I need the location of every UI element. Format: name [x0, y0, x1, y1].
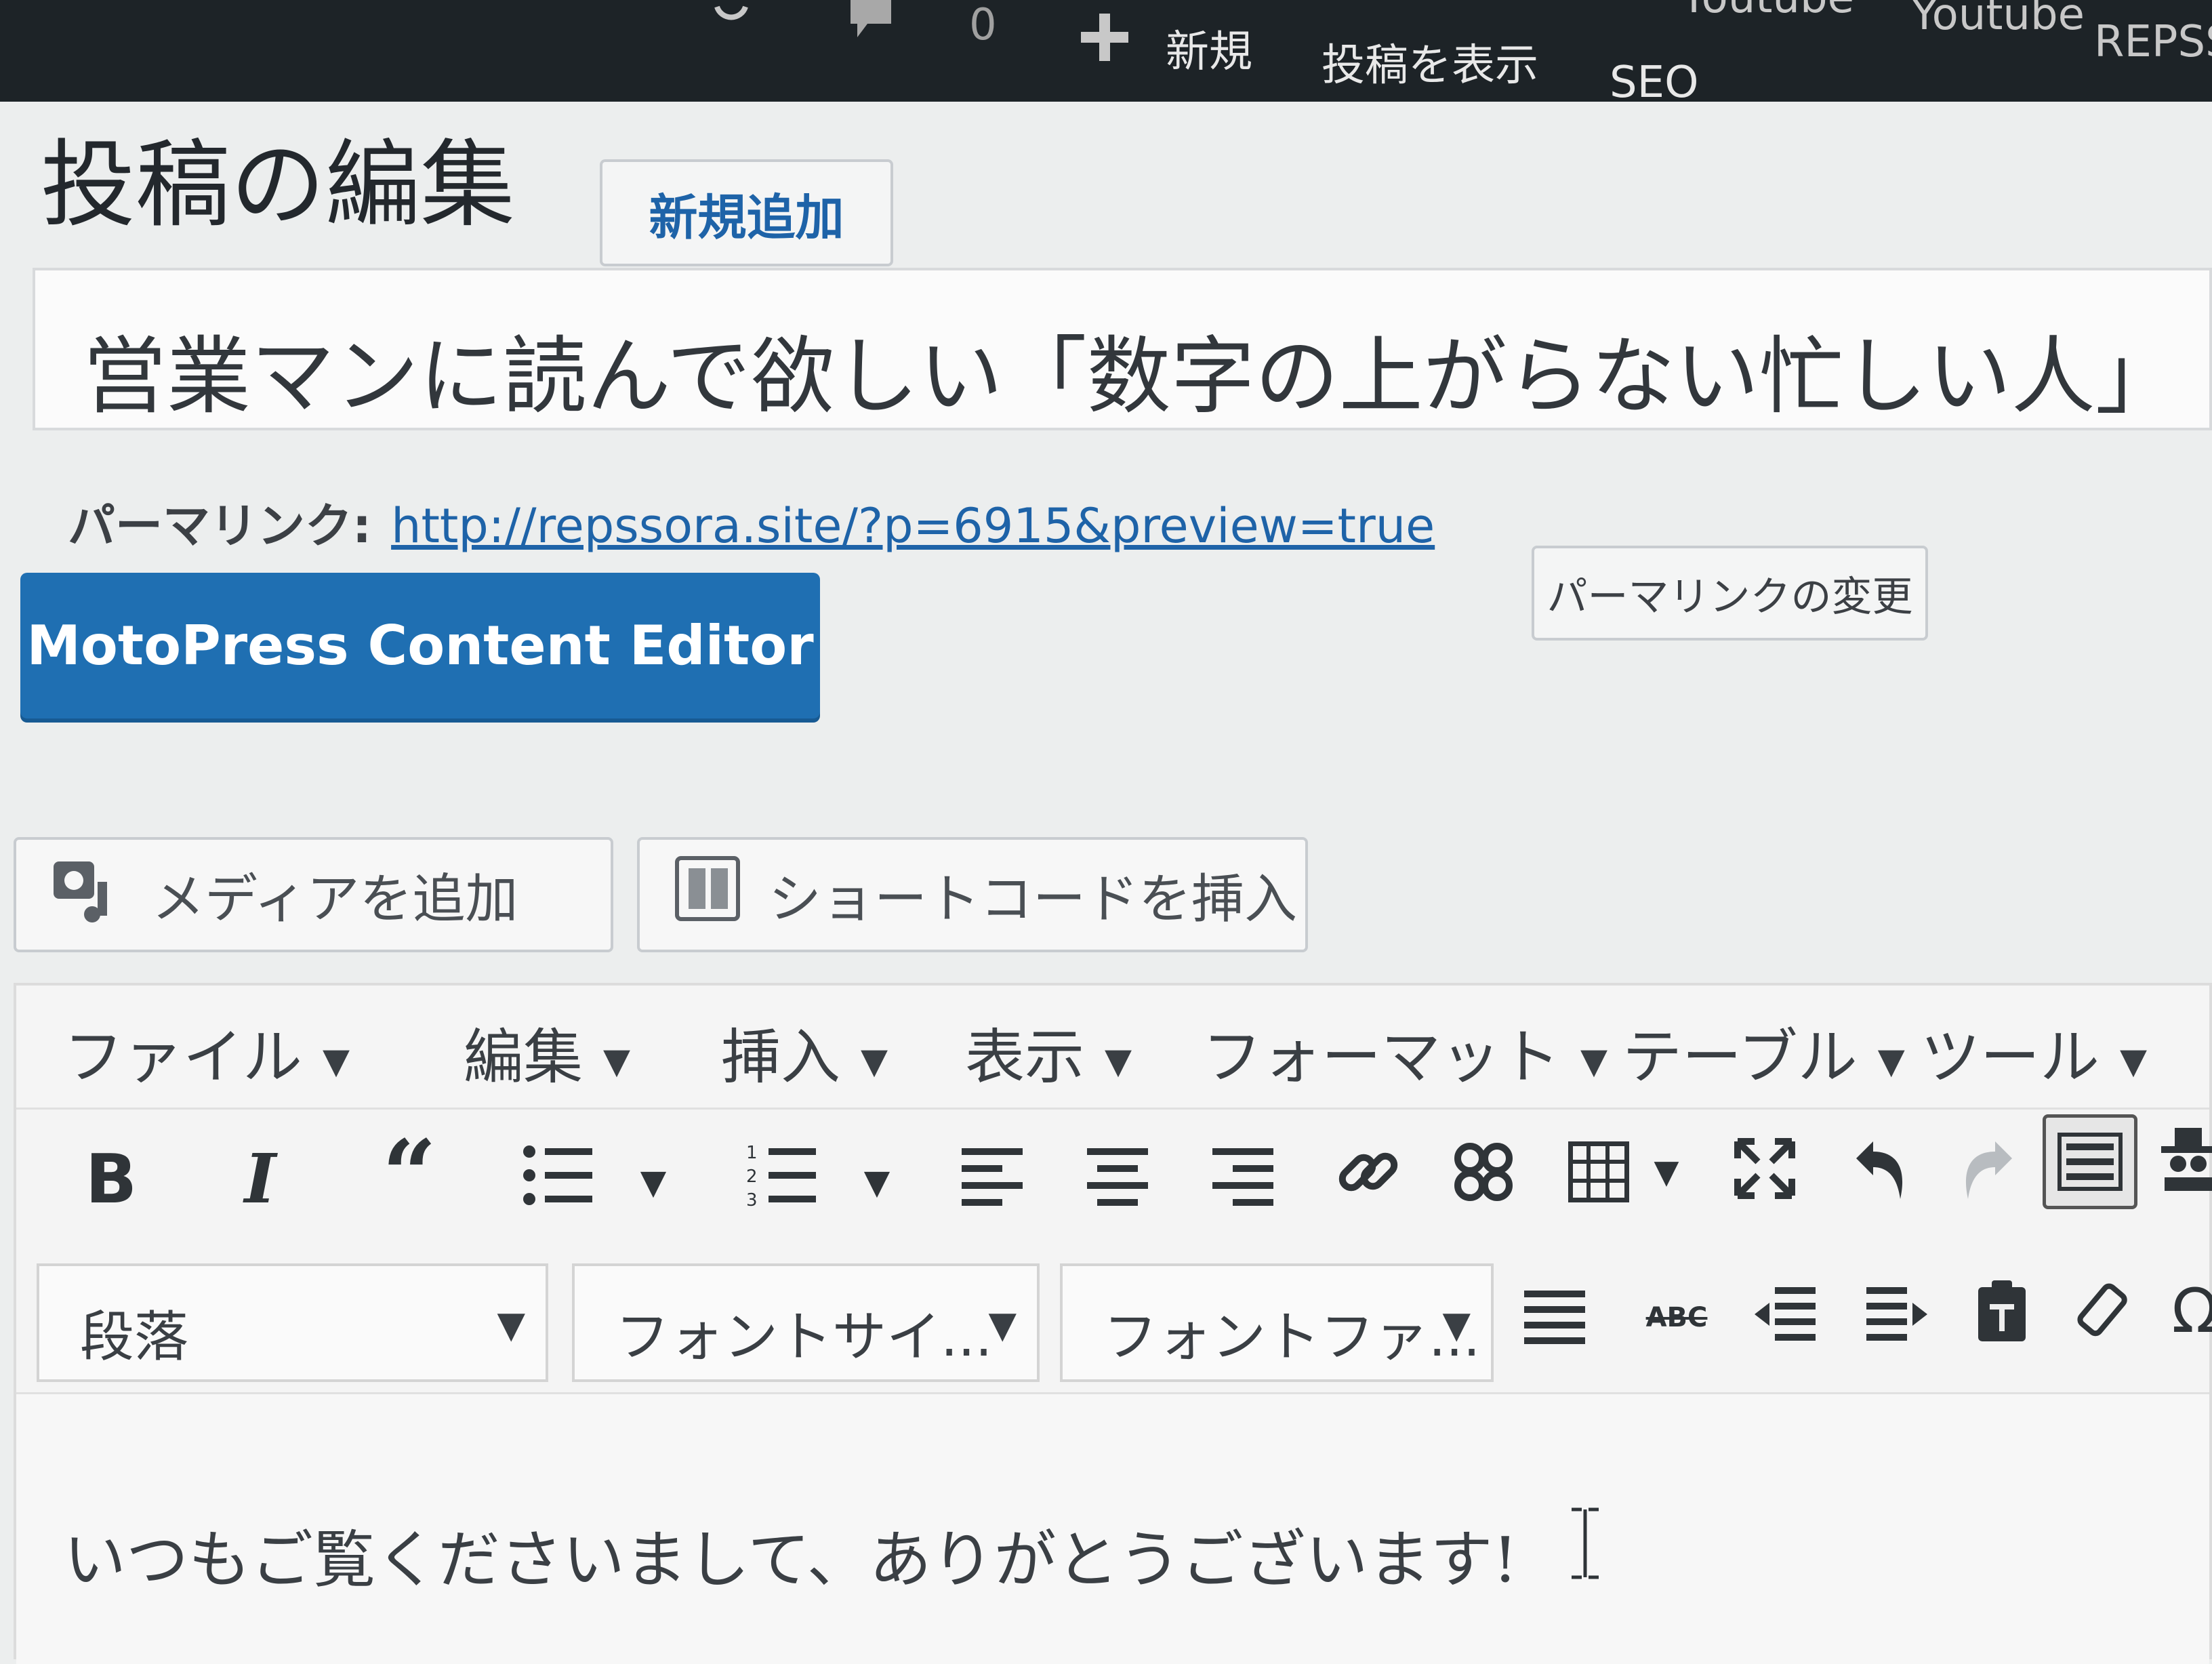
menu-file-label: ファイル [64, 1022, 303, 1092]
seo-menu[interactable]: SEO [1610, 58, 1698, 108]
align-center-icon[interactable] [1084, 1138, 1151, 1213]
comments-icon[interactable] [847, 0, 895, 43]
text-cursor-icon [1568, 1506, 1602, 1583]
align-right-icon[interactable] [1209, 1138, 1277, 1213]
page-title: 投稿の編集 [41, 130, 516, 241]
admin-bar-item-youtube-2[interactable]: Youtube [1911, 0, 2085, 40]
chevron-down-icon: ▼ [323, 1041, 350, 1082]
font-family-select[interactable]: フォントファ... ▼ [1060, 1263, 1494, 1382]
editor-toolbar-secondary: 段落 ▼ フォントサイ... ▼ フォントファ... ▼ ABC Ω [16, 1243, 2212, 1382]
table-icon[interactable] [1565, 1138, 1633, 1206]
paragraph-format-value: 段落 [80, 1305, 188, 1368]
svg-text:2: 2 [746, 1166, 758, 1187]
svg-text:3: 3 [746, 1190, 758, 1209]
chevron-down-icon: ▼ [1580, 1041, 1608, 1082]
permalink-label: パーマリンク: [68, 498, 371, 554]
font-family-value: フォントファ... [1103, 1305, 1481, 1368]
post-title-value: 営業マンに読んで欲しい「数字の上がらない忙しい人」 [83, 328, 2179, 426]
motopress-editor-button[interactable]: MotoPress Content Editor [20, 573, 820, 718]
paragraph-format-select[interactable]: 段落 ▼ [37, 1263, 548, 1382]
menu-table[interactable]: テーブル ▼ [1622, 1009, 1905, 1095]
post-title-field[interactable]: 営業マンに読んで欲しい「数字の上がらない忙しい人」 [33, 268, 2212, 430]
new-content-menu[interactable]: 新規 [1166, 17, 1252, 79]
link-icon[interactable] [1331, 1135, 1406, 1209]
menu-edit[interactable]: 編集 ▼ [464, 1009, 630, 1095]
chevron-down-icon: ▼ [2120, 1041, 2148, 1082]
admin-bar-item-youtube-1[interactable]: Youtube [1681, 0, 1854, 23]
menu-edit-label: 編集 [464, 1022, 583, 1092]
admin-bar-item-repss[interactable]: REPSS [2094, 17, 2212, 67]
align-left-icon[interactable] [958, 1138, 1026, 1213]
editor-toolbar-primary: B I “ ▼ 1 2 3 ▼ ▼ [16, 1108, 2212, 1243]
italic-icon[interactable]: I [226, 1139, 294, 1219]
insert-shortcode-label: ショートコードを挿入 [769, 869, 1298, 930]
chevron-down-icon: ▼ [861, 1041, 888, 1082]
menu-insert-label: 挿入 [721, 1022, 841, 1092]
permalink-link[interactable]: http://repssora.site/?p=6915&preview=tru… [391, 498, 1435, 554]
svg-text:1: 1 [746, 1143, 758, 1163]
chevron-down-icon: ▼ [1105, 1041, 1132, 1082]
editor-menubar: ファイル ▼ 編集 ▼ 挿入 ▼ 表示 ▼ フォーマット ▼ テーブル ▼ ツール ▼ [16, 986, 2209, 1110]
permalink-row: パーマリンク: http://repssora.site/?p=6915&pre… [68, 488, 1435, 556]
font-size-value: フォントサイ... [615, 1305, 993, 1368]
special-char-icon[interactable]: Ω [2165, 1274, 2212, 1348]
justify-icon[interactable] [1521, 1284, 1589, 1352]
add-media-button[interactable]: メディアを追加 [14, 837, 613, 952]
strikethrough-icon[interactable]: ABC [1636, 1284, 1717, 1352]
numbered-list-icon[interactable]: 1 2 3 [741, 1138, 823, 1213]
updates-icon[interactable] [712, 0, 752, 30]
chevron-down-icon[interactable]: ▼ [857, 1162, 897, 1202]
indent-icon[interactable] [1863, 1280, 1931, 1348]
chevron-down-icon: ▼ [988, 1303, 1017, 1346]
menu-format-label: フォーマット [1202, 1022, 1561, 1092]
bold-icon[interactable]: B [77, 1139, 145, 1219]
chevron-down-icon: ▼ [1877, 1041, 1905, 1082]
view-post-link[interactable]: 投稿を表示 [1322, 31, 1538, 93]
plus-icon[interactable] [1078, 10, 1132, 67]
undo-icon[interactable] [1846, 1131, 1914, 1206]
add-media-icon [50, 855, 125, 935]
unlink-icon[interactable] [1446, 1135, 1521, 1209]
spy-icon[interactable] [2151, 1121, 2212, 1196]
menu-format[interactable]: フォーマット ▼ [1202, 1009, 1607, 1095]
menu-tools[interactable]: ツール ▼ [1921, 1009, 2147, 1095]
menu-file[interactable]: ファイル ▼ [64, 1009, 350, 1095]
insert-shortcode-button[interactable]: ショートコードを挿入 [637, 837, 1308, 952]
menu-insert[interactable]: 挿入 ▼ [721, 1009, 888, 1095]
menu-view[interactable]: 表示 ▼ [965, 1009, 1132, 1095]
add-new-button[interactable]: 新規追加 [600, 159, 893, 266]
menu-tools-label: ツール [1921, 1022, 2100, 1092]
toolbar-toggle-icon[interactable] [2043, 1114, 2137, 1209]
font-size-select[interactable]: フォントサイ... ▼ [572, 1263, 1040, 1382]
outdent-icon[interactable] [1751, 1280, 1819, 1348]
clear-format-icon[interactable] [2070, 1277, 2137, 1345]
admin-bar: 0 新規 投稿を表示 SEO Youtube Youtube REPSS [0, 0, 2212, 108]
fullscreen-icon[interactable] [1731, 1135, 1799, 1202]
chevron-down-icon[interactable]: ▼ [1646, 1152, 1687, 1192]
blockquote-icon[interactable]: “ [369, 1120, 450, 1231]
comment-count[interactable]: 0 [969, 0, 997, 50]
shortcode-icon [674, 855, 741, 935]
redo-icon[interactable] [1954, 1131, 2022, 1206]
menu-view-label: 表示 [965, 1022, 1085, 1092]
paste-text-icon[interactable] [1968, 1274, 2036, 1348]
chevron-down-icon: ▼ [1442, 1303, 1471, 1346]
chevron-down-icon: ▼ [497, 1303, 525, 1346]
chevron-down-icon[interactable]: ▼ [633, 1162, 674, 1202]
tinymce-editor: ファイル ▼ 編集 ▼ 挿入 ▼ 表示 ▼ フォーマット ▼ テーブル ▼ ツール ▼ B I… [14, 983, 2212, 1664]
editor-content-area[interactable]: いつもご覧くださいまして、ありがとうございます! [16, 1392, 2209, 1664]
menu-table-label: テーブル [1622, 1022, 1858, 1092]
add-media-label: メディアを追加 [152, 869, 518, 930]
bullet-list-icon[interactable] [518, 1138, 599, 1213]
chevron-down-icon: ▼ [603, 1041, 631, 1082]
editor-content-text: いつもご覧くださいまして、ありがとうございます! [64, 1524, 1518, 1596]
change-permalink-button[interactable]: パーマリンクの変更 [1532, 546, 1928, 641]
